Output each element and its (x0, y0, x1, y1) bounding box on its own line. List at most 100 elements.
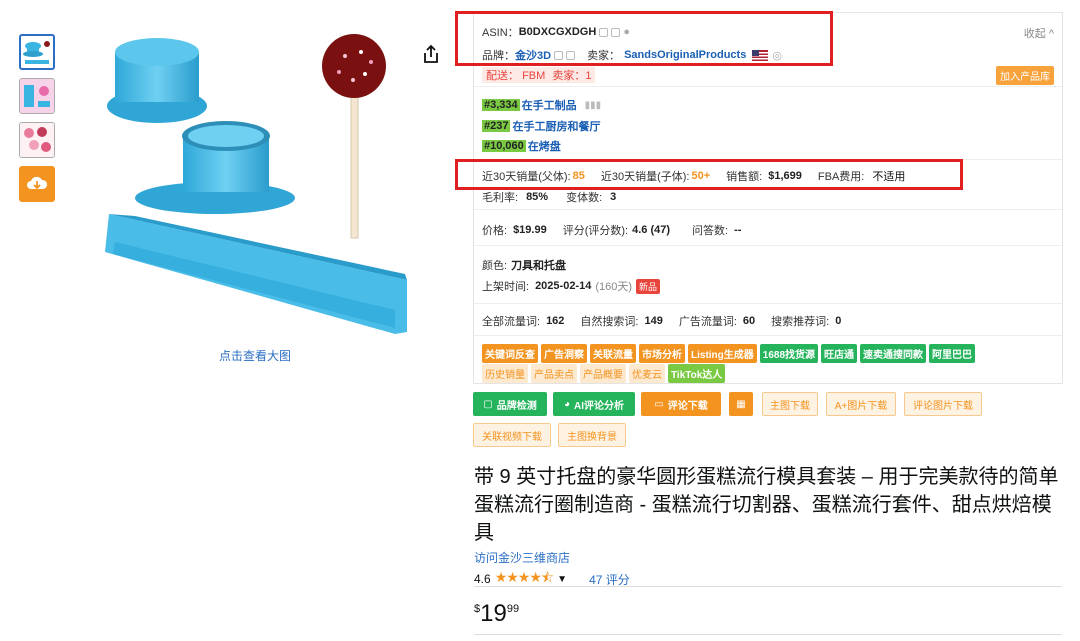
aplus-download-button[interactable]: A+图片下载 (826, 392, 896, 416)
tool-tags-row-2: 历史销量 产品卖点 产品概要 优麦云 TikTok达人 (482, 364, 728, 383)
chart-icon[interactable]: ▮▮▮ (585, 100, 602, 111)
thumbnail-list (19, 34, 55, 210)
rec-value[interactable]: 0 (835, 315, 841, 327)
score-value: 4.6 (47) (632, 224, 671, 236)
rating-count-link[interactable]: 47 评分 (589, 571, 630, 588)
score-label: 评分(评分数): (562, 225, 629, 237)
margin-value: 85% (526, 191, 549, 203)
product-price: $1999 (474, 600, 519, 628)
zoom-image-link[interactable]: 点击查看大图 (219, 347, 291, 364)
tag-product-summary[interactable]: 产品概要 (580, 364, 626, 383)
collapse-button[interactable]: 收起 ^ (1024, 25, 1054, 41)
calculator-icon[interactable]: ▦ (729, 392, 753, 416)
video-download-button[interactable]: 关联视频下载 (473, 423, 551, 447)
rank-category-link[interactable]: 手工制品 (533, 97, 577, 113)
rank-category-link[interactable]: 烤盘 (539, 138, 561, 154)
tag-1688-source[interactable]: 1688找货源 (759, 344, 819, 363)
tag-market-analysis[interactable]: 市场分析 (639, 344, 685, 363)
chevron-down-icon[interactable]: ▼ (557, 574, 567, 585)
listed-row: 上架时间: 2025-02-14 (160天) 新品 (482, 278, 661, 294)
ai-review-label: AI评论分析 (574, 400, 625, 412)
rating-value: 4.6 (474, 572, 491, 586)
tag-ad-insight[interactable]: 广告洞察 (541, 344, 587, 363)
tag-related-traffic[interactable]: 关联流量 (590, 344, 636, 363)
tag-youmaiyun[interactable]: 优麦云 (629, 364, 665, 383)
traffic-row: 全部流量词: 162 自然搜索词: 149 广告流量词: 60 搜索推荐词: 0 (482, 313, 841, 329)
ship-badge: 配送： FBM 卖家：1 (482, 67, 596, 83)
ai-review-button[interactable]: ◕ AI评论分析 (553, 392, 635, 416)
color-row: 颜色: 刀具和托盘 (482, 257, 566, 273)
product-info-panel: ASIN： B0DXCGXDGH ● 收起 ^ 品牌： 金沙3D 卖家： San… (473, 12, 1063, 384)
price-whole: 19 (480, 600, 507, 627)
star-rating-icon[interactable]: ★★★★⯪ (495, 567, 554, 591)
product-title: 带 9 英寸托盘的豪华圆形蛋糕流行模具套装 – 用于完美款待的简单蛋糕流行圈制造… (474, 466, 1059, 544)
rank-row-3: #10,060 在 烤盘 (482, 138, 561, 154)
add-to-library-button[interactable]: 加入产品库 (996, 66, 1054, 85)
replace-background-button[interactable]: 主图换背景 (558, 423, 626, 447)
tag-history-sales[interactable]: 历史销量 (482, 364, 528, 383)
margin-row: 毛利率: 85% 变体数: 3 (482, 189, 616, 205)
tag-tiktok-influencer[interactable]: TikTok达人 (668, 364, 726, 383)
highlight-box-sales (455, 159, 963, 190)
tag-selling-points[interactable]: 产品卖点 (531, 364, 577, 383)
rank-value: #10,060 (482, 140, 526, 152)
main-image-download-button[interactable]: 主图下载 (762, 392, 818, 416)
tag-wangdiantong[interactable]: 旺店通 (821, 344, 858, 363)
review-image-download-button[interactable]: 评论图片下载 (904, 392, 982, 416)
rank-in: 在 (521, 100, 533, 112)
divider (474, 586, 1062, 587)
margin-label: 毛利率: (482, 192, 519, 204)
brand-check-button[interactable]: ▢ 品牌检测 (473, 392, 547, 416)
review-download-button[interactable]: ▭ 评论下载 (641, 392, 721, 416)
tool-tags-row-1: 关键词反查 广告洞察 关联流量 市场分析 Listing生成器 1688找货源 … (482, 344, 978, 363)
seller-count: 卖家：1 (552, 70, 592, 82)
color-label: 颜色: (482, 260, 508, 272)
rank-value: #237 (482, 120, 511, 132)
rank-in: 在 (512, 121, 524, 133)
traffic-all-value[interactable]: 162 (546, 315, 564, 327)
brand-check-label: 品牌检测 (496, 400, 537, 412)
tag-listing-generator[interactable]: Listing生成器 (688, 344, 757, 363)
divider (474, 634, 1062, 635)
ship-value: FBM (522, 70, 546, 82)
qa-label: 问答数: (692, 225, 729, 237)
share-icon[interactable] (422, 44, 440, 64)
thumbnail-1[interactable] (19, 34, 55, 70)
price-value: $19.99 (513, 224, 547, 236)
ship-label: 配送： (486, 70, 519, 82)
qa-value: -- (734, 224, 742, 236)
main-product-image[interactable] (95, 28, 415, 340)
thumbnail-2[interactable] (19, 78, 55, 114)
price-label: 价格: (482, 225, 508, 237)
cloud-download-icon[interactable] (19, 166, 55, 202)
rating-row: 4.6 ★★★★⯪ ▼ 47 评分 (474, 567, 630, 591)
variants-label: 变体数: (566, 192, 603, 204)
rank-value: #3,334 (482, 99, 520, 111)
thumbnail-3[interactable] (19, 122, 55, 158)
listed-label: 上架时间: (482, 281, 530, 293)
tag-aliexpress-search[interactable]: 速卖通搜同款 (860, 344, 927, 363)
ad-label: 广告流量词: (678, 316, 737, 328)
color-value: 刀具和托盘 (511, 260, 567, 272)
price-row: 价格: $19.99 评分(评分数): 4.6 (47) 问答数: -- (482, 222, 741, 238)
rank-category-link[interactable]: 手工厨房和餐厅 (523, 118, 600, 134)
rank-in: 在 (527, 141, 539, 153)
organic-label: 自然搜索词: (580, 316, 639, 328)
variants-value: 3 (610, 191, 617, 203)
rec-label: 搜索推荐词: (771, 316, 830, 328)
store-link[interactable]: 访问金沙三维商店 (474, 549, 570, 566)
organic-value[interactable]: 149 (644, 315, 662, 327)
traffic-all-label: 全部流量词: (482, 316, 541, 328)
new-badge: 新品 (636, 278, 661, 294)
tag-alibaba[interactable]: 阿里巴巴 (929, 344, 976, 363)
price-symbol: $ (474, 603, 481, 615)
rank-row-1: #3,334 在 手工制品 ▮▮▮ (482, 97, 601, 113)
listed-days: (160天) (595, 281, 633, 293)
price-fraction: 99 (506, 603, 520, 615)
ship-row: 配送： FBM 卖家：1 (482, 67, 596, 83)
rank-row-2: #237 在 手工厨房和餐厅 (482, 118, 600, 134)
ad-value[interactable]: 60 (743, 315, 755, 327)
highlight-box-asin (455, 11, 833, 66)
listed-value: 2025-02-14 (535, 280, 592, 292)
tag-keyword-reverse[interactable]: 关键词反查 (482, 344, 538, 363)
